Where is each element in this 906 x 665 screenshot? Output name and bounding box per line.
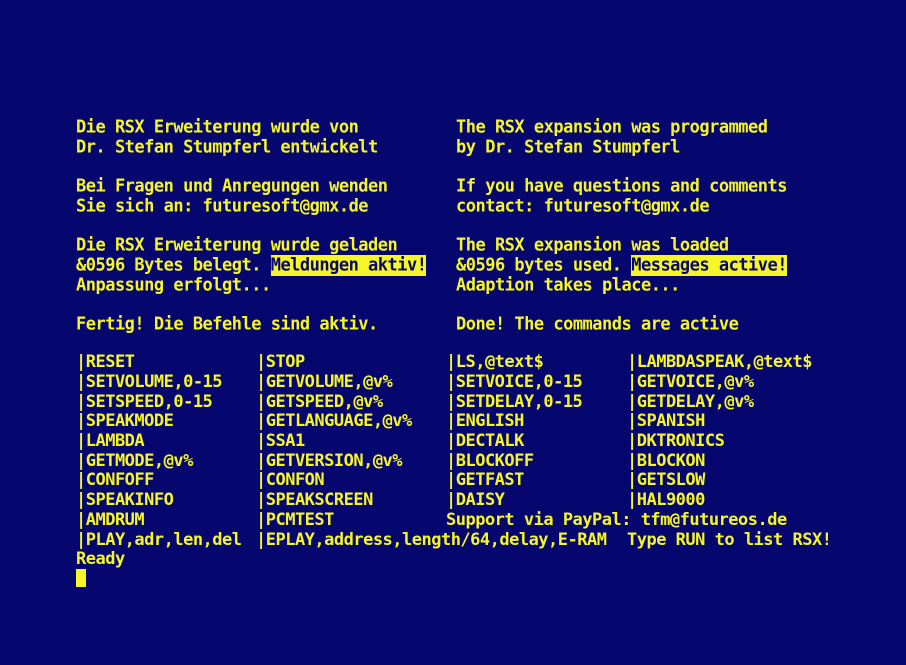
german-messages-badge: Meldungen aktiv! [270, 255, 427, 276]
english-line-4: contact: futuresoft@gmx.de [456, 196, 710, 217]
run-hint: Type RUN to list RSX! [627, 530, 832, 550]
command-getmode: |GETMODE,@v% [76, 451, 193, 471]
command-blockoff: |BLOCKOFF [446, 451, 534, 471]
text-cursor[interactable] [76, 569, 86, 587]
english-line-1: The RSX expansion was programmed [456, 117, 768, 138]
german-line-5: Die RSX Erweiterung wurde geladen [76, 235, 398, 256]
command-eplay: |EPLAY,address,length/64,delay,E-RAM [256, 530, 607, 550]
command-setspeed: |SETSPEED,0-15 [76, 392, 213, 412]
paypal-support-note: Support via PayPal: tfm@futureos.de [446, 510, 787, 530]
command-ssa1: |SSA1 [256, 431, 305, 451]
command-blockon: |BLOCKON [627, 451, 705, 471]
german-bytes-used: &0596 Bytes belegt. [76, 255, 271, 276]
ready-prompt: Ready [76, 549, 125, 569]
command-daisy: |DAISY [446, 490, 505, 510]
command-getslow: |GETSLOW [627, 470, 705, 490]
command-stop: |STOP [256, 352, 305, 372]
command-getdelay: |GETDELAY,@v% [627, 392, 754, 412]
command-confon: |CONFON [256, 470, 325, 490]
command-getvolume: |GETVOLUME,@v% [256, 372, 393, 392]
english-line-8: Done! The commands are active [456, 314, 739, 335]
command-getlanguage: |GETLANGUAGE,@v% [256, 411, 412, 431]
command-getfast: |GETFAST [446, 470, 524, 490]
command-getspeed: |GETSPEED,@v% [256, 392, 383, 412]
german-line-6: &0596 Bytes belegt. Meldungen aktiv! [76, 255, 427, 276]
german-line-1: Die RSX Erweiterung wurde von [76, 117, 359, 138]
command-speakinfo: |SPEAKINFO [76, 490, 174, 510]
english-line-2: by Dr. Stefan Stumpferl [456, 137, 680, 158]
command-play: |PLAY,adr,len,del [76, 530, 242, 550]
english-line-6: &0596 bytes used. Messages active! [456, 255, 787, 276]
german-line-7: Anpassung erfolgt... [76, 275, 271, 296]
english-line-3: If you have questions and comments [456, 176, 788, 197]
command-setvoice: |SETVOICE,0-15 [446, 372, 583, 392]
command-hal9000: |HAL9000 [627, 490, 705, 510]
english-line-7: Adaption takes place... [456, 275, 680, 296]
german-line-3: Bei Fragen und Anregungen wenden [76, 176, 388, 197]
command-reset: |RESET [76, 352, 135, 372]
german-line-4: Sie sich an: futuresoft@gmx.de [76, 196, 369, 217]
command-pcmtest: |PCMTEST [256, 510, 334, 530]
german-line-2: Dr. Stefan Stumpferl entwickelt [76, 137, 378, 158]
command-lambdaspeak: |LAMBDASPEAK,@text$ [627, 352, 812, 372]
command-amdrum: |AMDRUM [76, 510, 145, 530]
german-line-8: Fertig! Die Befehle sind aktiv. [76, 314, 378, 335]
cpc-screen[interactable]: Die RSX Erweiterung wurde von Dr. Stefan… [0, 0, 906, 665]
command-setdelay: |SETDELAY,0-15 [446, 392, 583, 412]
command-dktronics: |DKTRONICS [627, 431, 725, 451]
command-dectalk: |DECTALK [446, 431, 524, 451]
command-speakscreen: |SPEAKSCREEN [256, 490, 373, 510]
command-speakmode: |SPEAKMODE [76, 411, 174, 431]
english-messages-badge: Messages active! [631, 255, 787, 276]
command-getvoice: |GETVOICE,@v% [627, 372, 754, 392]
command-getversion: |GETVERSION,@v% [256, 451, 403, 471]
command-setvolume: |SETVOLUME,0-15 [76, 372, 223, 392]
english-line-5: The RSX expansion was loaded [456, 235, 729, 256]
command-spanish: |SPANISH [627, 411, 705, 431]
english-bytes-used: &0596 bytes used. [456, 255, 632, 276]
command-ls: |LS,@text$ [446, 352, 544, 372]
command-english: |ENGLISH [446, 411, 524, 431]
command-lambda: |LAMBDA [76, 431, 145, 451]
command-confoff: |CONFOFF [76, 470, 154, 490]
